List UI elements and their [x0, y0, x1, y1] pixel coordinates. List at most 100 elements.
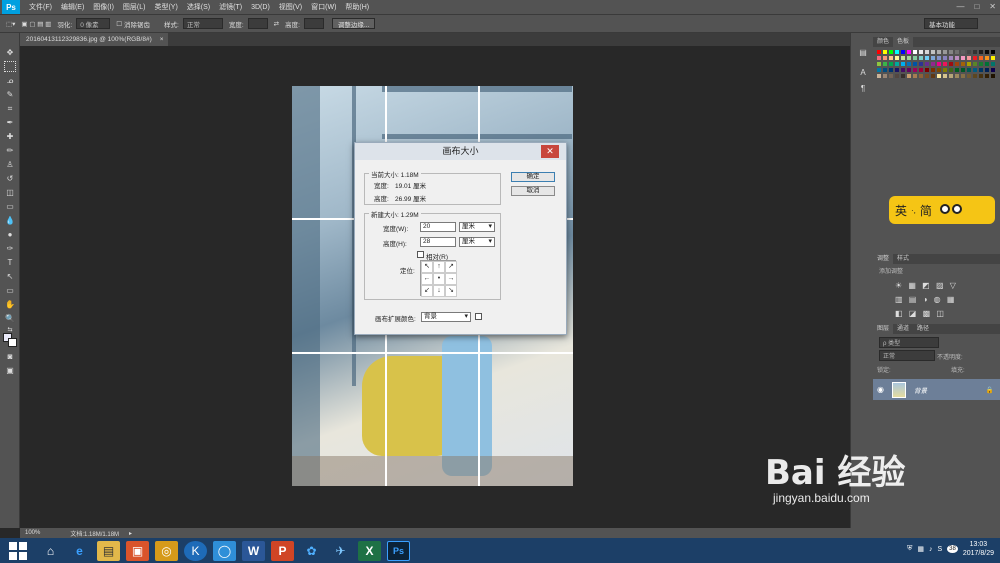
blend-mode-select[interactable]: 正常 [879, 350, 935, 361]
anchor-top-right[interactable]: ↗ [445, 261, 457, 273]
shield-icon[interactable]: ⛨ [907, 545, 912, 553]
screen-mode-icon[interactable]: ▣ [4, 365, 16, 376]
dialog-close-button[interactable]: ✕ [541, 145, 559, 158]
background-color-swatch[interactable] [8, 338, 17, 347]
browser-app-icon[interactable]: ◯ [213, 540, 236, 561]
swatches-grid[interactable] [876, 49, 996, 95]
word-icon[interactable]: W [242, 540, 265, 561]
character-panel-icon[interactable]: A [857, 67, 869, 78]
ime-status-bar[interactable]: 英 ·, 简 [889, 196, 995, 224]
paragraph-panel-icon[interactable]: ¶ [857, 83, 869, 94]
tab-close-icon[interactable]: × [160, 36, 164, 43]
tray-badge[interactable]: 38 [947, 545, 958, 553]
zoom-tool-icon[interactable]: 🔍 [4, 313, 16, 324]
width-input[interactable] [247, 18, 268, 29]
volume-icon[interactable]: ♪ [929, 546, 933, 553]
tab-layers[interactable]: 图层 [873, 324, 894, 334]
quick-mask-icon[interactable]: ◙ [4, 351, 16, 362]
home-icon[interactable]: ⌂ [39, 541, 62, 561]
antialias-checkbox[interactable]: ☐ [116, 20, 122, 28]
move-tool-icon[interactable]: ✥ [4, 47, 16, 58]
menu-select[interactable]: 选择(S) [187, 2, 210, 12]
style-select[interactable]: 正常 [182, 18, 223, 29]
menu-image[interactable]: 图像(I) [93, 2, 114, 12]
marquee-tool-icon[interactable]: ⬚▾ [6, 20, 15, 28]
selection-mode-icons[interactable]: ▣ ▢ ▤ ▥ [21, 20, 51, 28]
lasso-tool-icon[interactable]: ᓄ [4, 75, 16, 86]
height-unit-select[interactable]: 厘米 [459, 237, 495, 247]
photoshop-taskbar-icon[interactable]: Ps [387, 540, 410, 561]
anchor-left[interactable]: ← [421, 273, 433, 285]
blur-tool-icon[interactable]: 💧 [4, 215, 16, 226]
cloud-app-icon[interactable]: ✿ [300, 541, 323, 561]
refine-edge-button[interactable]: 调整边缘... [331, 18, 376, 29]
file-explorer-icon[interactable]: ▤ [97, 540, 120, 561]
anchor-top[interactable]: ↑ [433, 261, 445, 273]
k-app-icon[interactable]: K [184, 540, 207, 561]
menu-file[interactable]: 文件(F) [29, 2, 52, 12]
maximize-button[interactable]: □ [974, 2, 979, 11]
dodge-tool-icon[interactable]: ● [4, 229, 16, 240]
type-tool-icon[interactable]: T [4, 257, 16, 268]
tab-swatches[interactable]: 色板 [893, 37, 914, 47]
path-select-icon[interactable]: ↖ [4, 271, 16, 282]
visibility-eye-icon[interactable]: ◉ [877, 385, 884, 394]
history-panel-icon[interactable]: ▤ [857, 47, 869, 58]
menu-edit[interactable]: 编辑(E) [61, 2, 84, 12]
crop-tool-icon[interactable]: ⌗ [4, 103, 16, 114]
anchor-bottom[interactable]: ↓ [433, 285, 445, 297]
swatch-chip[interactable] [990, 73, 996, 79]
feather-input[interactable]: 0 像素 [76, 18, 111, 29]
network-icon[interactable]: ▦ [917, 545, 924, 553]
status-arrow-icon[interactable]: ▸ [129, 530, 132, 537]
tab-color[interactable]: 颜色 [873, 37, 893, 47]
ime-simplified-label[interactable]: 简 [920, 202, 932, 219]
hand-tool-icon[interactable]: ✋ [4, 299, 16, 310]
anchor-bottom-left[interactable]: ↙ [421, 285, 433, 297]
tab-paths[interactable]: 路径 [913, 324, 933, 334]
tab-channels[interactable]: 通道 [893, 324, 913, 334]
clock[interactable]: 13:03 2017/8/29 [963, 540, 994, 558]
ime-tray-icon[interactable]: S [937, 546, 942, 553]
ok-button[interactable]: 确定 [511, 172, 555, 182]
menu-layer[interactable]: 图层(L) [123, 2, 146, 12]
menu-filter[interactable]: 滤镜(T) [219, 2, 242, 12]
extension-color-select[interactable]: 背景 [421, 312, 471, 322]
menu-window[interactable]: 窗口(W) [311, 2, 336, 12]
relative-checkbox[interactable] [417, 251, 424, 258]
media-app-icon[interactable]: ▣ [126, 540, 149, 561]
excel-icon[interactable]: X [358, 540, 381, 561]
tab-adjustments[interactable]: 调整 [873, 254, 894, 264]
ime-english-label[interactable]: 英 [895, 202, 907, 219]
start-button[interactable] [9, 541, 27, 560]
pen-tool-icon[interactable]: ✑ [4, 243, 16, 254]
anchor-right[interactable]: → [445, 273, 457, 285]
menu-view[interactable]: 视图(V) [279, 2, 302, 12]
zoom-level[interactable]: 100% [25, 530, 40, 536]
anchor-bottom-right[interactable]: ↘ [445, 285, 457, 297]
swap-icon[interactable]: ⇄ [274, 20, 279, 28]
adjustment-icons[interactable]: ☀ ▦ ◩ ▨ ▽ ▥ ▤ ◑ ◍ ▦ ◧ ◪ ▩ ◫ [895, 279, 980, 321]
minimize-button[interactable]: — [956, 2, 964, 11]
eraser-tool-icon[interactable]: ◫ [4, 187, 16, 198]
ie-browser-icon[interactable]: e [68, 541, 91, 561]
menu-type[interactable]: 类型(Y) [154, 2, 177, 12]
menu-help[interactable]: 帮助(H) [345, 2, 369, 12]
anchor-center[interactable]: • [433, 273, 445, 285]
tab-styles[interactable]: 样式 [893, 254, 913, 264]
cancel-button[interactable]: 取消 [511, 186, 555, 196]
layer-row[interactable]: ◉ 背景 🔒 [873, 379, 1000, 400]
close-button[interactable]: ✕ [989, 2, 996, 11]
history-brush-icon[interactable]: ↺ [4, 173, 16, 184]
eyedropper-tool-icon[interactable]: ✒ [4, 117, 16, 128]
healing-brush-icon[interactable]: ✚ [4, 131, 16, 142]
document-tab[interactable]: 20160413112329836.jpg @ 100%(RGB/8#) × [20, 33, 168, 46]
storage-app-icon[interactable]: ◎ [155, 540, 178, 561]
brush-tool-icon[interactable]: ✏ [4, 145, 16, 156]
anchor-top-left[interactable]: ↖ [421, 261, 433, 273]
marquee-tool-icon[interactable] [4, 61, 16, 72]
width-input[interactable]: 20 [420, 222, 456, 232]
height-input[interactable]: 28 [420, 237, 456, 247]
quick-select-tool-icon[interactable]: ✎ [4, 89, 16, 100]
layer-kind-filter[interactable]: ρ 类型 [879, 337, 939, 348]
